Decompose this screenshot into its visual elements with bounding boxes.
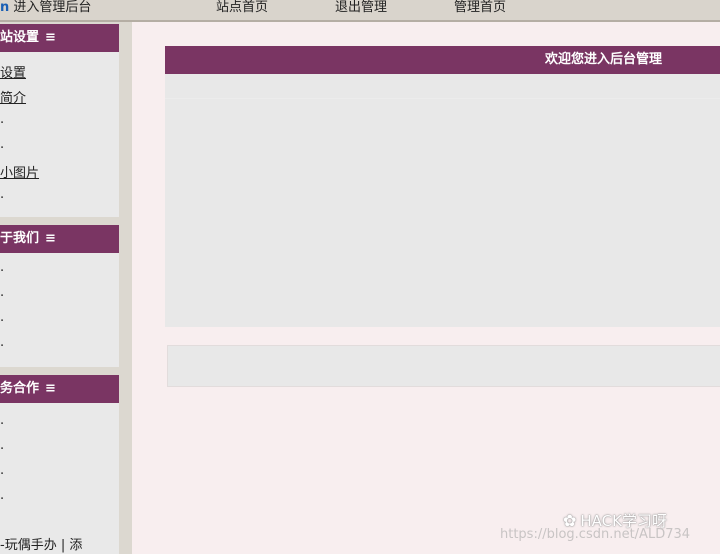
sidebar-item-small-images[interactable]: 小图片 [0, 167, 39, 181]
sidebar-panel-business-cooperation: 务合作 ≡ · · · · -玩偶手办 | 添 [0, 375, 119, 554]
sidebar-item-intro[interactable]: 简介 [0, 92, 26, 106]
sidebar: 站设置 ≡ 设置 简介 · · 小图片 · 于我们 ≡ · · · · 务合作 ≡ ·… [0, 22, 132, 554]
sidebar-item[interactable]: · [0, 290, 4, 304]
welcome-panel: 欢迎您进入后台管理 [165, 46, 720, 327]
sidebar-item[interactable]: · [0, 443, 4, 457]
sidebar-item[interactable]: · [0, 142, 4, 156]
url-watermark: https://blog.csdn.net/ALD734 [500, 527, 691, 542]
top-bar: n 进入管理后台 站点首页 退出管理 管理首页 [0, 0, 720, 22]
sidebar-item[interactable]: · [0, 315, 4, 329]
sidebar-item[interactable]: · [0, 493, 4, 507]
sidebar-panel-header[interactable]: 务合作 ≡ [0, 375, 119, 403]
admin-home-link[interactable]: 管理首页 [454, 0, 506, 15]
sidebar-panel-site-settings: 站设置 ≡ 设置 简介 · · 小图片 · [0, 24, 119, 217]
sidebar-item-figures[interactable]: -玩偶手办 | 添 [0, 539, 82, 553]
sidebar-item[interactable]: · [0, 192, 4, 206]
menu-icon: ≡ [45, 231, 56, 246]
sidebar-item[interactable]: · [0, 340, 4, 354]
sidebar-item[interactable]: · [0, 418, 4, 432]
sidebar-panel-header[interactable]: 站设置 ≡ [0, 24, 119, 52]
sidebar-item[interactable]: · [0, 265, 4, 279]
sidebar-item-settings[interactable]: 设置 [0, 67, 26, 81]
menu-icon: ≡ [45, 30, 56, 45]
sidebar-item[interactable]: · [0, 468, 4, 482]
welcome-title: 欢迎您进入后台管理 [165, 46, 720, 74]
info-box [167, 345, 720, 387]
menu-icon: ≡ [45, 381, 56, 396]
site-home-link[interactable]: 站点首页 [216, 0, 268, 15]
sidebar-item[interactable]: · [0, 117, 4, 131]
sidebar-panel-about-us: 于我们 ≡ · · · · [0, 225, 119, 367]
divider [165, 98, 720, 99]
brand-title: n 进入管理后台 [0, 0, 92, 15]
logout-link[interactable]: 退出管理 [335, 0, 387, 15]
sidebar-panel-header[interactable]: 于我们 ≡ [0, 225, 119, 253]
